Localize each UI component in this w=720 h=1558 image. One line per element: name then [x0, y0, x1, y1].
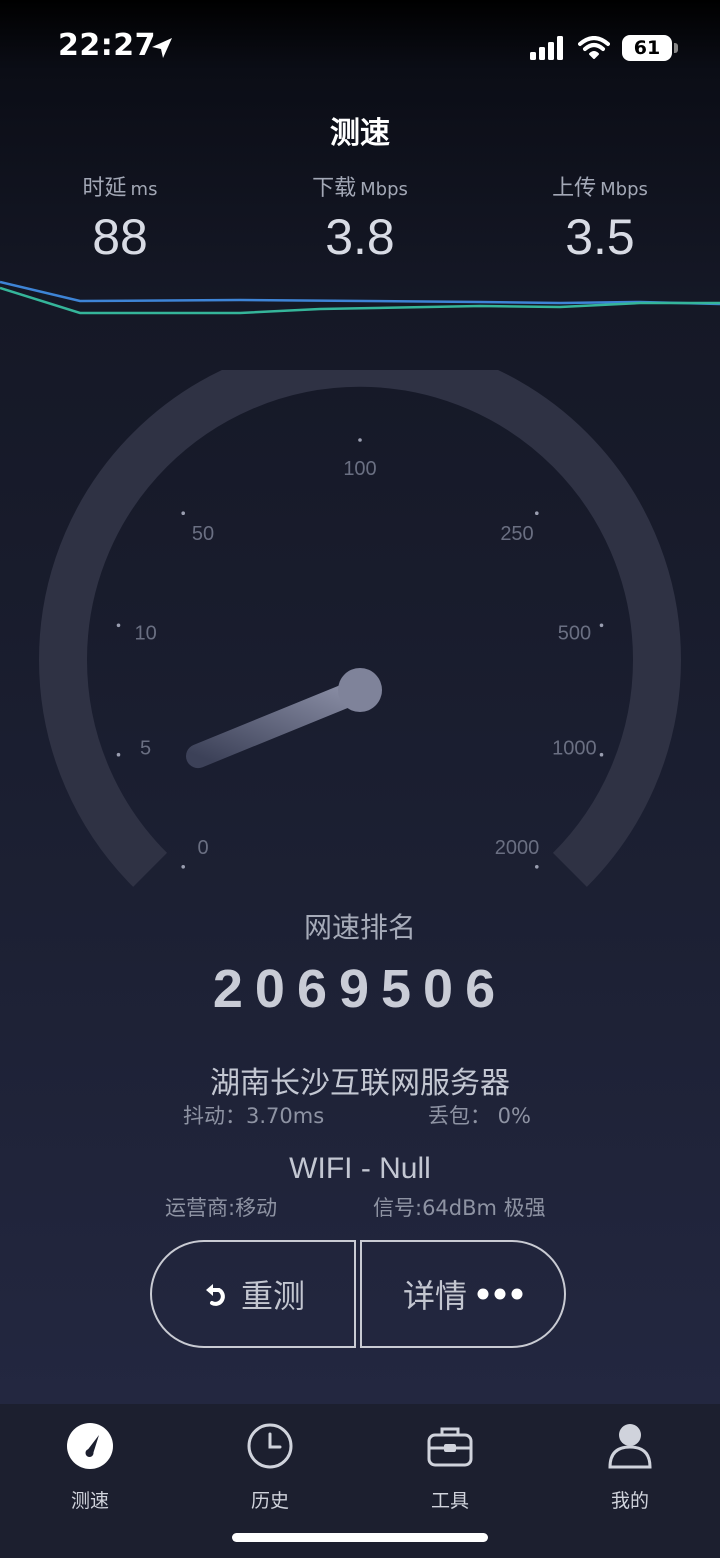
page-title: 测速 [330, 116, 390, 151]
upload-value: 3.5 [565, 209, 635, 265]
rank-value: 2069506 [212, 959, 508, 1019]
latency-value: 88 [92, 209, 148, 265]
person-icon [608, 1424, 652, 1469]
location-arrow-icon [152, 38, 172, 58]
download-label: 下载 Mbps [312, 176, 408, 201]
gauge-tick-label: 100 [343, 458, 376, 480]
status-time: 22:27 [58, 28, 156, 63]
upload-label: 上传 Mbps [552, 176, 648, 201]
gauge-tick-dot [116, 623, 121, 628]
speed-gauge: 0 5 10 50 100 250 500 1000 2000 [39, 370, 681, 887]
tab-speedtest[interactable]: 测速 [0, 1412, 180, 1513]
jitter-value: 抖动：3.70ms [183, 1104, 325, 1128]
latency-label: 时延 ms [82, 176, 158, 201]
upload-metric: 上传 Mbps 3.5 [480, 170, 720, 266]
download-value: 3.8 [325, 209, 395, 265]
tab-tools[interactable]: 工具 [360, 1412, 540, 1513]
speedometer-icon [67, 1423, 113, 1469]
gauge-ticks: 0 5 10 50 100 250 500 1000 2000 [116, 438, 604, 869]
carrier-info: 运营商:移动 [165, 1196, 278, 1220]
gauge-tick-label: 5 [140, 738, 151, 760]
toolbox-icon [427, 1427, 473, 1467]
tab-label: 测速 [70, 1490, 109, 1512]
packet-loss-value: 丢包： 0% [428, 1104, 531, 1128]
gauge-tick-dot [599, 752, 604, 757]
retest-button[interactable]: 重测 [150, 1240, 356, 1348]
battery-icon: 61 [622, 35, 678, 61]
tab-label: 历史 [250, 1490, 289, 1512]
gauge-tick-label: 2000 [495, 837, 540, 859]
retest-label: 重测 [240, 1277, 305, 1315]
latency-metric: 时延 ms 88 [0, 170, 240, 266]
clock-icon [247, 1423, 293, 1469]
gauge-tick-dot [535, 865, 539, 869]
gauge-tick-dot [358, 438, 362, 442]
battery-level: 61 [633, 37, 661, 59]
gauge-track [39, 370, 681, 887]
gauge-needle [186, 668, 382, 769]
gauge-tick-dot [599, 623, 604, 628]
download-speed-line [0, 280, 720, 306]
gauge-tick-label: 10 [134, 623, 156, 645]
details-label: 详情 [402, 1277, 467, 1315]
network-type: WIFI - Null [289, 1152, 431, 1185]
details-button[interactable]: 详情 [360, 1240, 566, 1348]
needle-hub [338, 668, 382, 712]
tab-profile[interactable]: 我的 [540, 1412, 720, 1513]
rank-label: 网速排名 [303, 911, 416, 944]
wifi-icon [578, 36, 610, 59]
gauge-tick-label: 500 [558, 623, 591, 645]
gauge-tick-label: 0 [197, 837, 208, 859]
gauge-tick-label: 1000 [552, 738, 597, 760]
speed-history-chart [0, 280, 720, 315]
gauge-tick-label: 250 [500, 523, 533, 545]
tab-history[interactable]: 历史 [180, 1412, 360, 1513]
download-metric: 下载 Mbps 3.8 [240, 170, 480, 266]
server-name: 湖南长沙互联网服务器 [210, 1066, 510, 1101]
signal-info: 信号:64dBm 极强 [373, 1196, 546, 1220]
cellular-signal-icon [530, 36, 563, 60]
gauge-tick-dot [116, 752, 121, 757]
gauge-tick-label: 50 [192, 523, 214, 545]
tab-label: 我的 [610, 1490, 649, 1512]
gauge-tick-dot [535, 511, 539, 515]
more-dots-icon [477, 1288, 523, 1300]
needle-shaft [186, 678, 372, 769]
home-indicator [232, 1533, 488, 1542]
gauge-tick-dot [181, 511, 185, 515]
gauge-tick-dot [181, 865, 185, 869]
retry-icon [205, 1284, 225, 1306]
status-icons: 61 [530, 34, 678, 62]
tab-label: 工具 [430, 1490, 469, 1512]
